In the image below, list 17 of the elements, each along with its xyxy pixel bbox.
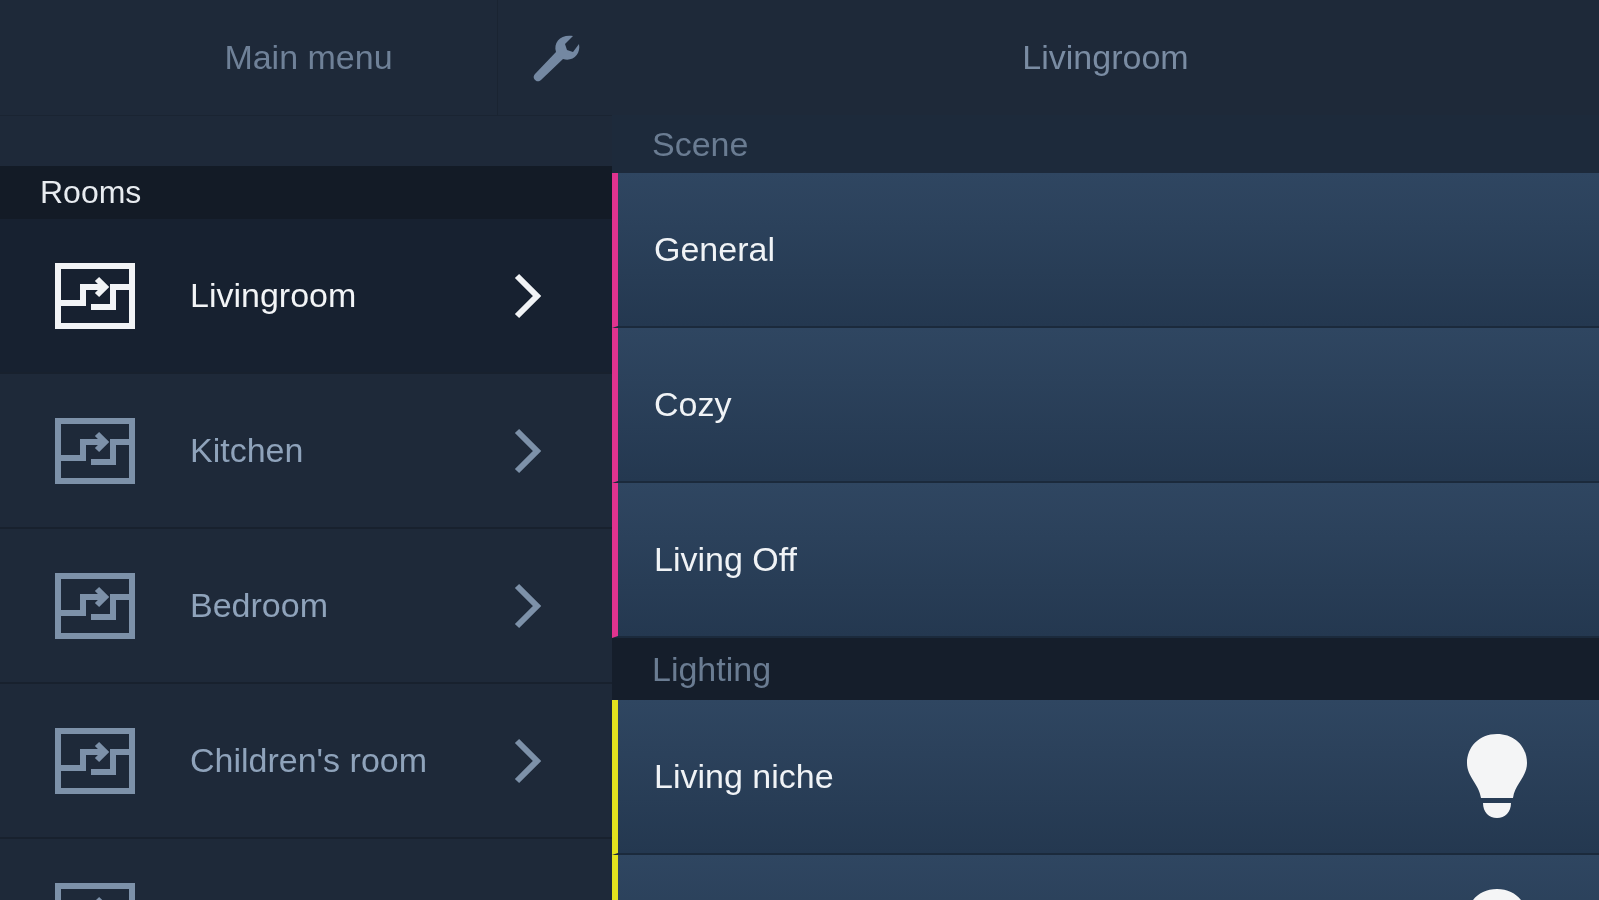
chevron-icon (512, 736, 542, 785)
scene-item[interactable]: Cozy (612, 328, 1599, 483)
chevron-icon (512, 426, 542, 475)
light-item[interactable]: Living niche (612, 700, 1599, 855)
room-icon (55, 417, 135, 484)
scene-item[interactable]: Living Off (612, 483, 1599, 638)
chevron-icon (512, 581, 542, 630)
chevron-icon (512, 271, 542, 320)
room-icon (55, 572, 135, 639)
scene-item[interactable]: General (612, 173, 1599, 328)
page-title: Livingroom (1021, 37, 1190, 78)
room-item[interactable]: Livingroom (0, 219, 612, 374)
section-header: Lighting (612, 638, 1599, 700)
main-menu-title: Main menu (223, 37, 394, 78)
section-header: Rooms (0, 166, 612, 219)
room-icon (55, 727, 135, 794)
room-icon (55, 262, 135, 329)
